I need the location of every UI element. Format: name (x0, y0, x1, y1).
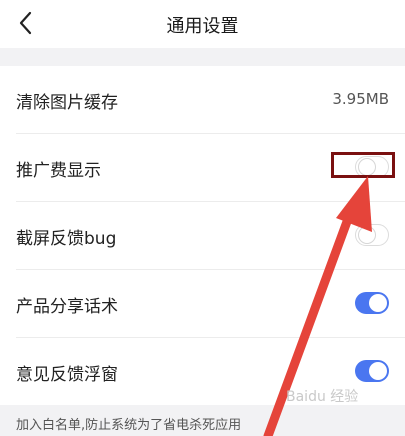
toggle-knob (369, 362, 387, 380)
page-title: 通用设置 (166, 16, 239, 37)
watermark: Baidu 经验 (286, 389, 359, 405)
toggle-knob (358, 226, 376, 244)
screenshot-feedback-row: 截屏反馈bug (0, 202, 405, 270)
cache-size-value: 3.95MB (332, 90, 389, 108)
header-bar: 通用设置 (0, 0, 405, 48)
product-share-label: 产品分享话术 (16, 297, 118, 317)
clear-image-cache-label: 清除图片缓存 (16, 93, 118, 113)
feedback-float-toggle[interactable] (355, 360, 389, 382)
highlight-box (331, 152, 395, 178)
whitelist-note: 加入白名单,防止系统为了省电杀死应用 (16, 418, 242, 433)
toggle-knob (369, 294, 387, 312)
section-gap (0, 48, 405, 66)
promotion-fee-label: 推广费显示 (16, 161, 101, 181)
feedback-float-label: 意见反馈浮窗 (16, 365, 118, 385)
product-share-toggle[interactable] (355, 292, 389, 314)
product-share-row: 产品分享话术 (0, 270, 405, 338)
screenshot-feedback-label: 截屏反馈bug (16, 229, 117, 249)
screenshot-feedback-toggle[interactable] (355, 224, 389, 246)
footer-section: 加入白名单,防止系统为了省电杀死应用 (0, 405, 405, 436)
clear-image-cache-row[interactable]: 清除图片缓存 3.95MB (0, 66, 405, 134)
